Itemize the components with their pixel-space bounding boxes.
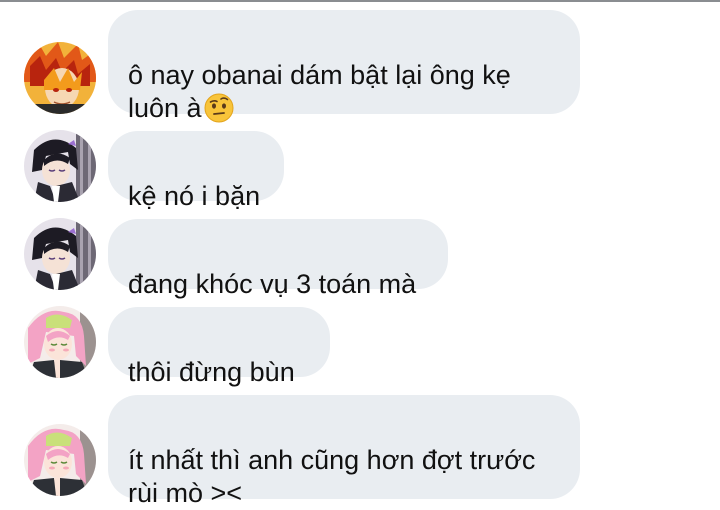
message-bubble[interactable]: ít nhất thì anh cũng hơn đợt trước rùi m…: [108, 395, 580, 508]
message-bubble[interactable]: đang khóc vụ 3 toán mà: [108, 219, 448, 299]
message-thread: ô nay obanai dám bật lại ông kẹ luôn à k…: [0, 0, 720, 508]
shinobu-avatar[interactable]: [24, 218, 96, 290]
message-text: thôi đừng bùn: [128, 357, 295, 387]
shinobu-avatar[interactable]: [24, 130, 96, 202]
message-text: kệ nó i bặn: [128, 181, 261, 211]
mitsuri-avatar[interactable]: [24, 306, 96, 378]
face-with-raised-eyebrow-icon: [204, 93, 234, 123]
message-bubble[interactable]: thôi đừng bùn: [108, 307, 330, 387]
mitsuri-avatar[interactable]: [24, 424, 96, 496]
rengoku-avatar[interactable]: [24, 42, 96, 114]
message-bubble[interactable]: kệ nó i bặn: [108, 131, 284, 211]
message-text: ô nay obanai dám bật lại ông kẹ luôn à: [128, 60, 511, 123]
message-text: đang khóc vụ 3 toán mà: [128, 269, 417, 299]
message-bubble[interactable]: ô nay obanai dám bật lại ông kẹ luôn à: [108, 10, 580, 123]
